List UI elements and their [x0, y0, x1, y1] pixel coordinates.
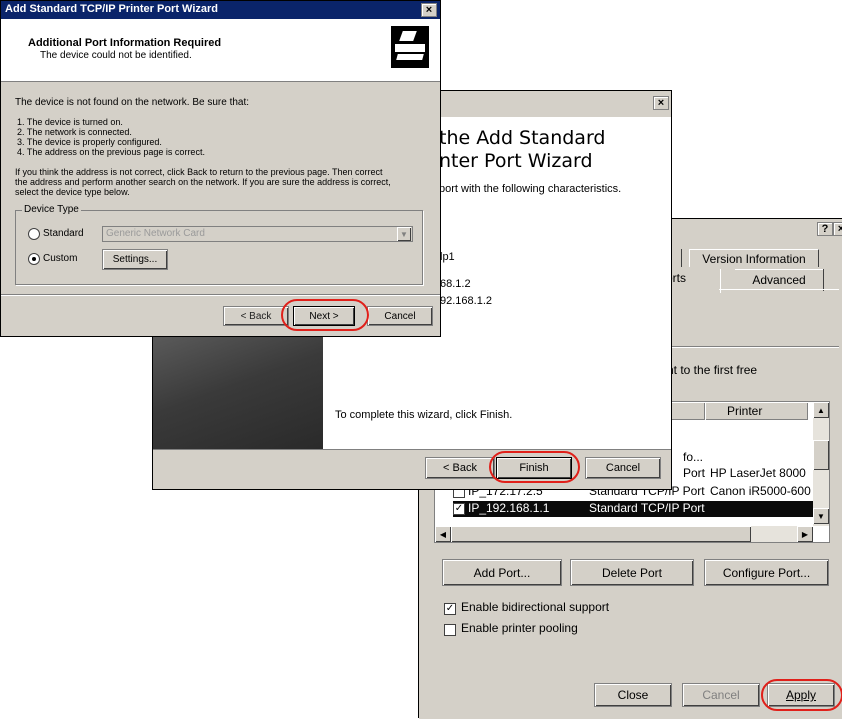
header-subtitle: The device could not be identified.	[40, 50, 192, 61]
settings-button[interactable]: Settings...	[102, 249, 168, 270]
port-description: Standard TCP/IP Port	[589, 501, 705, 515]
pooling-label: Enable printer pooling	[461, 621, 578, 635]
cancel-button[interactable]: Cancel	[367, 306, 433, 326]
delete-port-button[interactable]: Delete Port	[570, 559, 694, 586]
chevron-down-icon: ▼	[397, 227, 411, 241]
instruction-line: If you think the address is not correct,…	[15, 167, 383, 177]
titlebar: Add Standard TCP/IP Printer Port Wizard …	[1, 1, 440, 19]
port-description: Port	[683, 466, 706, 480]
not-found-text: The device is not found on the network. …	[15, 97, 250, 108]
close-icon[interactable]: ×	[653, 96, 669, 110]
back-button[interactable]: < Back	[425, 457, 495, 479]
vertical-scrollbar[interactable]: ▲ ▼	[813, 402, 829, 526]
port-wizard-window: Add Standard TCP/IP Printer Port Wizard …	[0, 0, 441, 337]
tab-ports[interactable]: orts	[664, 269, 724, 289]
finish-title-line2: nter Port Wizard	[439, 150, 593, 172]
tab-advanced[interactable]: Advanced	[735, 269, 823, 289]
cancel-button[interactable]: Cancel	[682, 683, 760, 707]
cancel-button[interactable]: Cancel	[585, 457, 661, 479]
tab-label: Advanced	[752, 272, 806, 287]
standard-radio[interactable]	[28, 228, 40, 240]
finish-complete-text: To complete this wizard, click Finish.	[335, 409, 513, 421]
instruction-line: the address and perform another search o…	[15, 177, 391, 187]
scroll-right-icon[interactable]: ▶	[797, 526, 813, 542]
bidirectional-checkbox[interactable]: ✓	[444, 603, 456, 615]
header-title: Additional Port Information Required	[28, 37, 222, 49]
column-header-printer[interactable]: Printer	[705, 402, 808, 420]
scroll-left-icon[interactable]: ◀	[435, 526, 451, 542]
ip-address-value: 68.1.2	[440, 278, 471, 290]
separator	[667, 346, 839, 348]
horizontal-scrollbar[interactable]: ◀ ▶	[435, 526, 813, 542]
highlight-next	[281, 299, 369, 331]
custom-radio[interactable]	[28, 253, 40, 265]
device-type-group: Device Type Standard Generic Network Car…	[15, 204, 423, 285]
checklist-item: 4. The address on the previous page is c…	[17, 147, 205, 157]
wizard-header: Additional Port Information Required The…	[1, 19, 440, 82]
standard-select-value: Generic Network Card	[106, 228, 205, 239]
port-checkbox[interactable]: ✓	[453, 503, 465, 515]
close-icon[interactable]: ×	[421, 3, 437, 17]
pooling-checkbox[interactable]	[444, 624, 456, 636]
scroll-thumb[interactable]	[451, 526, 751, 542]
port-name: IP_192.168.1.1	[468, 501, 550, 515]
close-icon[interactable]: ×	[833, 222, 842, 236]
instruction-line: select the device type below.	[15, 187, 130, 197]
bidirectional-label: Enable bidirectional support	[461, 600, 610, 614]
checklist-item: 2. The network is connected.	[17, 127, 132, 137]
window-title: Add Standard TCP/IP Printer Port Wizard	[5, 3, 219, 15]
scroll-thumb[interactable]	[813, 440, 829, 470]
standard-label: Standard	[43, 228, 84, 239]
tab-panel-divider	[719, 289, 839, 290]
highlight-apply	[761, 679, 842, 711]
configure-port-button[interactable]: Configure Port...	[704, 559, 829, 586]
back-button[interactable]: < Back	[223, 306, 289, 326]
add-port-button[interactable]: Add Port...	[442, 559, 562, 586]
printer-icon	[391, 26, 429, 68]
group-label: Device Type	[22, 204, 81, 215]
port-printer: Canon iR5000-600	[710, 484, 811, 498]
wizard-graphic	[153, 337, 323, 449]
help-button[interactable]: ?	[817, 222, 833, 236]
tab-label: Version Information	[702, 251, 806, 266]
checklist-item: 1. The device is turned on.	[17, 117, 123, 127]
port-description: fo...	[683, 450, 704, 464]
column-header-label: Printer	[727, 404, 763, 418]
custom-label: Custom	[43, 253, 78, 264]
standard-select: Generic Network Card ▼	[102, 226, 413, 242]
device-address-value: 92.168.1.2	[440, 295, 492, 307]
close-button[interactable]: Close	[594, 683, 672, 707]
checklist-item: 3. The device is properly configured.	[17, 137, 162, 147]
port-printer: HP LaserJet 8000	[710, 466, 806, 480]
scroll-up-icon[interactable]: ▲	[813, 402, 829, 418]
ports-description: nt to the first free	[667, 363, 758, 377]
finish-intro: port with the following characteristics.	[439, 183, 622, 195]
finish-title-line1: the Add Standard	[439, 127, 606, 149]
scroll-down-icon[interactable]: ▼	[813, 508, 829, 524]
tab-version-information[interactable]: Version Information	[689, 249, 819, 267]
highlight-finish	[489, 451, 580, 483]
table-row-selected[interactable]: ✓ IP_192.168.1.1 Standard TCP/IP Port	[453, 501, 815, 517]
port-name-value: lp1	[440, 251, 455, 263]
